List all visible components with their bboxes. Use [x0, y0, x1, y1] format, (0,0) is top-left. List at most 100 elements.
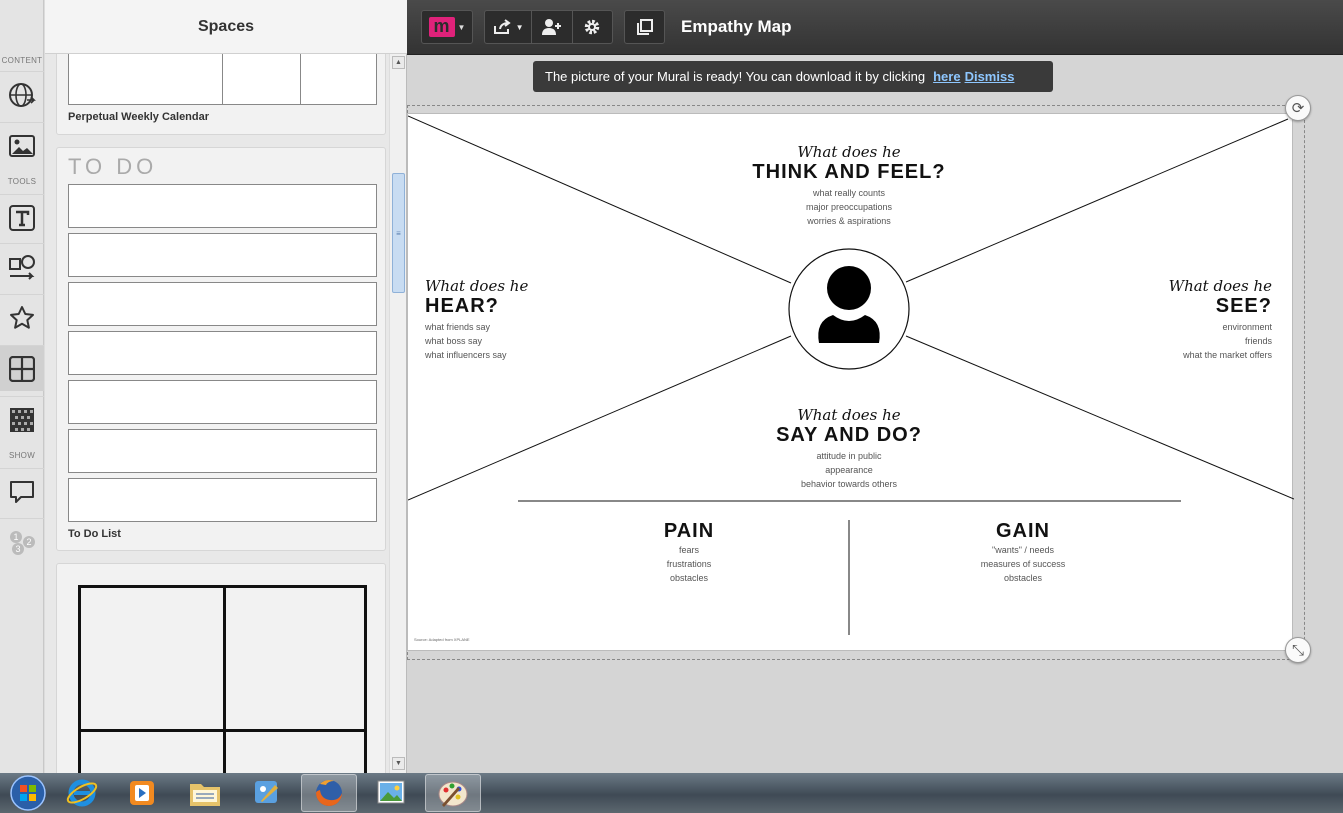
- hear-heading: HEAR?: [425, 295, 499, 317]
- notice-text: The picture of your Mural is ready! You …: [545, 69, 926, 84]
- todo-row: [68, 233, 377, 277]
- media-player-icon[interactable]: [114, 774, 170, 812]
- see-script: What does he: [1168, 277, 1272, 295]
- pain-line: obstacles: [669, 573, 709, 583]
- text-icon[interactable]: [0, 194, 44, 240]
- pain-heading: PAIN: [663, 520, 715, 542]
- todo-row: [68, 478, 377, 522]
- shape-connector-icon[interactable]: [0, 243, 44, 289]
- panel-title: Spaces: [45, 0, 407, 54]
- see-line: environment: [1222, 322, 1272, 332]
- calendar-caption: Perpetual Weekly Calendar: [68, 111, 210, 123]
- say-line: attitude in public: [816, 451, 882, 461]
- pattern-icon[interactable]: [0, 396, 44, 442]
- internet-explorer-icon[interactable]: [54, 774, 110, 812]
- todo-row: [68, 282, 377, 326]
- scrollbar-thumb[interactable]: ≡: [392, 173, 405, 293]
- say-line: appearance: [825, 465, 873, 475]
- image-icon[interactable]: [0, 122, 44, 168]
- svg-text:3: 3: [16, 544, 21, 554]
- download-notice: The picture of your Mural is ready! You …: [533, 61, 1053, 92]
- spaces-panel: Spaces Perpetual Weekly Calendar TO DO T…: [45, 0, 407, 773]
- svg-text:2: 2: [27, 537, 32, 547]
- calendar-preview: [68, 54, 377, 105]
- photo-viewer-icon[interactable]: [363, 774, 419, 812]
- rotate-handle-icon[interactable]: ⟳: [1285, 95, 1311, 121]
- say-do-section: What does he SAY AND DO? attitude in pub…: [739, 406, 959, 491]
- see-line: what the market offers: [1183, 350, 1272, 360]
- think-line: major preoccupations: [805, 202, 893, 212]
- todo-row: [68, 380, 377, 424]
- rail-label-show: SHOW: [8, 451, 36, 460]
- hear-section: What does he HEAR? what friends say what…: [425, 277, 575, 362]
- say-heading: SAY AND DO?: [776, 424, 922, 446]
- resize-handle-icon[interactable]: ⤡: [1285, 637, 1311, 663]
- chevron-down-icon: ▼: [515, 22, 524, 32]
- spaces-list[interactable]: Perpetual Weekly Calendar TO DO To Do Li…: [45, 54, 407, 773]
- gain-line: "wants" / needs: [992, 545, 1054, 555]
- gear-icon: [585, 19, 600, 35]
- hear-line: what influencers say: [425, 350, 507, 360]
- download-here-link[interactable]: here: [933, 69, 960, 84]
- see-line: friends: [1244, 336, 1272, 346]
- numbers-icon[interactable]: 123: [0, 518, 44, 564]
- paint-icon[interactable]: [425, 774, 481, 812]
- hear-line: what boss say: [425, 336, 483, 346]
- grid-template-card[interactable]: [56, 563, 386, 773]
- share-export-button[interactable]: ▼: [485, 11, 531, 43]
- todo-caption: To Do List: [68, 528, 121, 540]
- gain-line: obstacles: [1003, 573, 1043, 583]
- think-line: worries & aspirations: [807, 216, 891, 226]
- todo-row: [68, 429, 377, 473]
- think-heading: THINK AND FEEL?: [752, 161, 946, 183]
- pain-section: PAIN fears frustrations obstacles: [608, 520, 770, 585]
- hear-line: what friends say: [425, 322, 491, 332]
- tool-rail: CONTENT TOOLS SHOW 123: [0, 0, 44, 773]
- action-button-group: ▼: [484, 10, 613, 44]
- gain-heading: GAIN: [996, 520, 1050, 542]
- svg-text:1: 1: [14, 532, 19, 542]
- scroll-up-arrow-icon[interactable]: ▲: [392, 56, 405, 69]
- duplicate-button[interactable]: [624, 10, 665, 44]
- share-icon: [493, 19, 511, 34]
- pain-line: frustrations: [666, 559, 712, 569]
- see-heading: SEE?: [1215, 295, 1272, 317]
- windows-taskbar: [0, 773, 1343, 813]
- file-explorer-icon[interactable]: [177, 774, 233, 812]
- pain-line: fears: [678, 545, 699, 555]
- todo-template-card[interactable]: TO DO To Do List: [56, 147, 386, 551]
- panel-scrollbar[interactable]: ▲ ≡ ▼: [389, 54, 406, 773]
- board-title[interactable]: Empathy Map: [681, 17, 792, 37]
- star-icon[interactable]: [0, 294, 44, 340]
- comment-icon[interactable]: [0, 468, 44, 514]
- grid-icon[interactable]: [0, 345, 44, 391]
- windows-start-icon[interactable]: [0, 774, 56, 812]
- settings-button[interactable]: [573, 11, 612, 43]
- globe-icon[interactable]: [0, 71, 44, 117]
- see-section: What does he SEE? environment friends wh…: [1120, 277, 1272, 362]
- think-feel-section: What does he THINK AND FEEL? what really…: [739, 143, 959, 228]
- say-line: behavior towards others: [800, 479, 898, 489]
- mural-logo: m: [428, 17, 455, 37]
- mural-menu-button[interactable]: m ▼: [421, 10, 473, 44]
- chevron-down-icon: ▼: [457, 22, 466, 32]
- empathy-map-image[interactable]: What does he THINK AND FEEL? what really…: [407, 113, 1294, 651]
- scroll-down-arrow-icon[interactable]: ▼: [392, 757, 405, 770]
- duplicate-icon: [636, 19, 653, 35]
- grid-preview: [78, 585, 367, 773]
- mural-canvas[interactable]: What does he THINK AND FEEL? what really…: [407, 55, 1343, 773]
- todo-heading: TO DO: [68, 154, 158, 179]
- add-user-button[interactable]: [532, 11, 571, 43]
- paint-brush-app-icon[interactable]: [239, 774, 295, 812]
- add-user-icon: [541, 19, 561, 35]
- todo-row: [68, 331, 377, 375]
- think-line: what really counts: [812, 188, 886, 198]
- calendar-template-card[interactable]: Perpetual Weekly Calendar: [56, 54, 386, 135]
- dismiss-link[interactable]: Dismiss: [965, 69, 1015, 84]
- firefox-icon[interactable]: [301, 774, 357, 812]
- think-script: What does he: [797, 143, 901, 161]
- top-toolbar: m ▼ ▼ Empathy Map: [407, 0, 1343, 55]
- gain-line: measures of success: [980, 559, 1066, 569]
- gain-section: GAIN "wants" / needs measures of success…: [942, 520, 1104, 585]
- rail-label-tools: TOOLS: [7, 177, 37, 186]
